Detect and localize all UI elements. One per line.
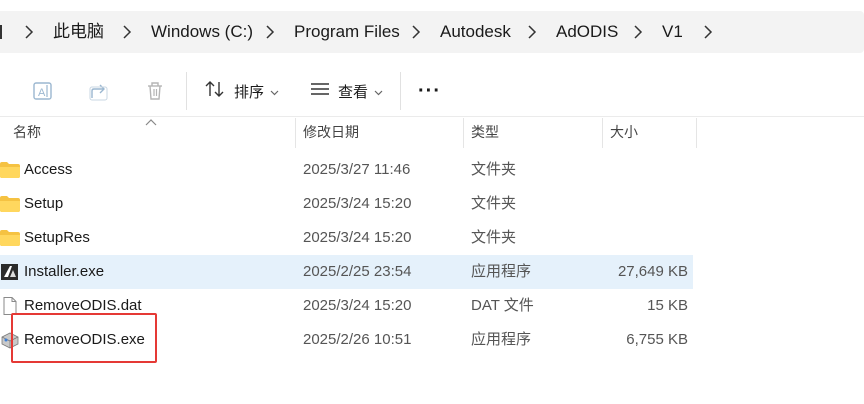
column-header-date[interactable]: 修改日期	[303, 116, 359, 148]
sort-ascending-icon	[145, 114, 157, 132]
breadcrumb-item[interactable]: Windows (C:)	[151, 11, 253, 53]
file-date: 2025/3/24 15:20	[303, 297, 412, 314]
view-button[interactable]: 查看	[310, 76, 383, 106]
folder-icon	[0, 229, 20, 247]
address-bar: 此电脑 Windows (C:) Program Files Autodesk …	[0, 0, 864, 64]
toolbar-divider	[186, 72, 187, 110]
chevron-right-icon[interactable]	[411, 11, 421, 53]
toolbar-divider	[400, 72, 401, 110]
file-row-selected[interactable]: Installer.exe 2025/2/25 23:54 应用程序 27,64…	[0, 255, 693, 289]
command-bar: A 排序 查看 ···	[0, 64, 864, 117]
breadcrumb-item[interactable]: Autodesk	[440, 11, 511, 53]
file-type: 应用程序	[471, 263, 532, 280]
file-row[interactable]: Access 2025/3/27 11:46 文件夹	[0, 153, 693, 187]
delete-icon[interactable]	[142, 78, 168, 104]
chevron-down-icon	[270, 83, 279, 100]
file-date: 2025/2/26 10:51	[303, 331, 412, 348]
svg-text:A: A	[38, 87, 46, 99]
column-divider[interactable]	[696, 118, 697, 148]
chevron-right-icon[interactable]	[527, 11, 537, 53]
file-row[interactable]: SetupRes 2025/3/24 15:20 文件夹	[0, 221, 693, 255]
folder-icon	[0, 195, 20, 213]
file-type: 文件夹	[471, 195, 517, 212]
breadcrumb-item[interactable]: V1	[662, 11, 683, 53]
file-row[interactable]: Setup 2025/3/24 15:20 文件夹	[0, 187, 693, 221]
file-type: 应用程序	[471, 331, 532, 348]
column-divider[interactable]	[463, 118, 464, 148]
file-size: 27,649 KB	[617, 263, 688, 280]
breadcrumb-item[interactable]: AdODIS	[556, 11, 618, 53]
file-date: 2025/2/25 23:54	[303, 263, 412, 280]
folder-icon	[0, 161, 20, 179]
column-header-name[interactable]: 名称	[13, 116, 41, 148]
sort-label: 排序	[234, 83, 265, 101]
file-name[interactable]: SetupRes	[24, 221, 90, 255]
column-header-size[interactable]: 大小	[610, 116, 638, 148]
file-size: 6,755 KB	[626, 331, 688, 348]
highlight-annotation-box	[11, 313, 157, 363]
more-icon: ···	[418, 79, 441, 102]
chevron-right-icon[interactable]	[122, 11, 132, 53]
app-exe-icon	[0, 263, 20, 281]
more-options-button[interactable]: ···	[418, 76, 441, 106]
chevron-down-icon	[374, 83, 383, 100]
file-name[interactable]: Access	[24, 153, 72, 187]
file-date: 2025/3/24 15:20	[303, 229, 412, 246]
file-date: 2025/3/24 15:20	[303, 195, 412, 212]
nav-edge-glyph	[0, 11, 4, 53]
chevron-right-icon[interactable]	[24, 11, 34, 53]
file-date: 2025/3/27 11:46	[303, 161, 411, 178]
column-divider[interactable]	[295, 118, 296, 148]
rename-icon[interactable]: A	[30, 78, 56, 104]
share-icon[interactable]	[86, 78, 112, 104]
breadcrumb-item[interactable]: 此电脑	[53, 11, 104, 53]
file-name[interactable]: Setup	[24, 187, 63, 221]
column-divider[interactable]	[602, 118, 603, 148]
file-name[interactable]: Installer.exe	[24, 255, 104, 289]
sort-button[interactable]: 排序	[204, 76, 279, 106]
breadcrumb-item[interactable]: Program Files	[294, 11, 400, 53]
file-size: 15 KB	[647, 297, 688, 314]
file-type: 文件夹	[471, 229, 517, 246]
sort-icon	[204, 79, 226, 103]
column-header-type[interactable]: 类型	[471, 116, 499, 148]
chevron-right-icon[interactable]	[633, 11, 643, 53]
file-type: DAT 文件	[471, 297, 534, 314]
view-list-icon	[310, 81, 330, 101]
chevron-right-icon[interactable]	[703, 11, 713, 53]
chevron-right-icon[interactable]	[265, 11, 275, 53]
view-label: 查看	[338, 83, 369, 101]
file-type: 文件夹	[471, 161, 517, 178]
